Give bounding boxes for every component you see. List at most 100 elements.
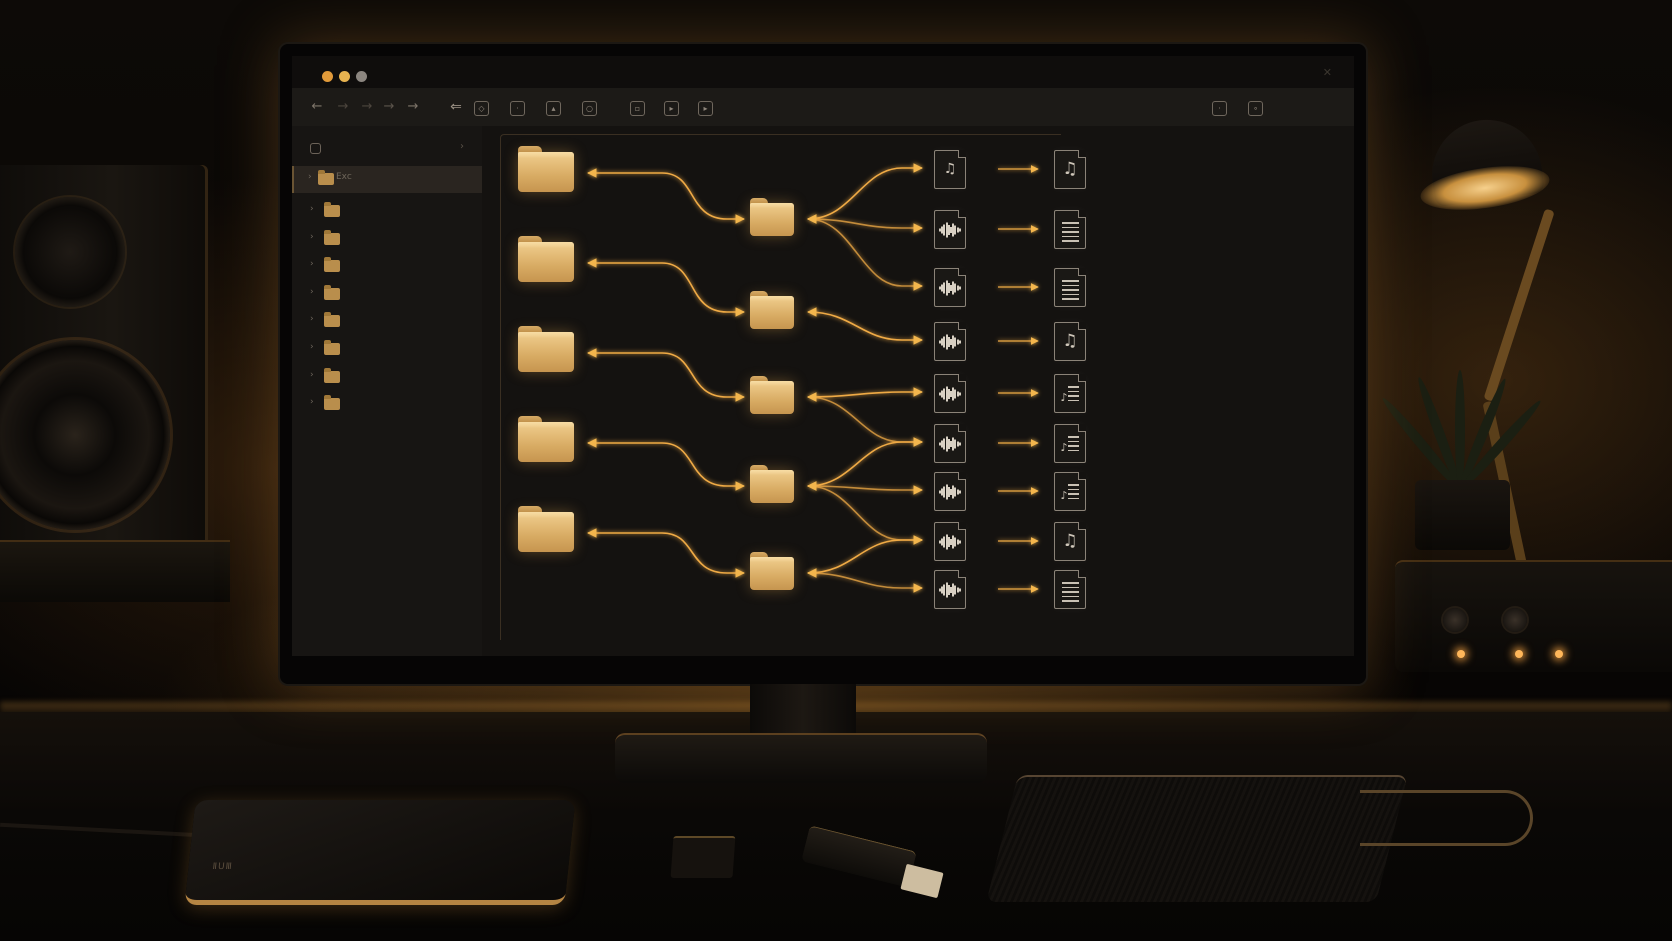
hub-folder-icon[interactable]: [750, 552, 794, 590]
hub-folder-icon[interactable]: [750, 291, 794, 329]
source-folder-icon[interactable]: [518, 326, 574, 372]
maximize-button[interactable]: [356, 71, 367, 82]
sidebar-item[interactable]: ›: [292, 364, 482, 391]
nav-forward-icon[interactable]: →: [378, 97, 400, 117]
flow-connector: [807, 437, 923, 491]
folder-icon: [324, 202, 340, 217]
media-icon[interactable]: ▸: [698, 101, 713, 116]
sidebar-item-selected[interactable]: › Exc: [292, 166, 484, 193]
source-folder-icon[interactable]: [518, 146, 574, 192]
audio-interface: [1395, 560, 1672, 672]
sidebar-item[interactable]: ›: [292, 198, 482, 225]
chevron-right-icon[interactable]: ›: [310, 314, 314, 324]
chevron-right-icon[interactable]: ›: [310, 232, 314, 242]
audio-waveform-file-icon[interactable]: [934, 210, 966, 249]
amp-knob: [1443, 608, 1467, 632]
studio-speaker: [0, 165, 208, 545]
back-button[interactable]: ←: [306, 97, 328, 117]
flow-connector: [807, 568, 923, 593]
audio-waveform-file-icon[interactable]: [934, 268, 966, 307]
toolbar: ← → → → → ⇐ ◇ · ▴ ○ ▫ ▸ ▸ · ∘: [292, 88, 1354, 127]
flow-connector: [807, 481, 923, 545]
document-lines-icon[interactable]: [1054, 570, 1086, 609]
folder-icon: [324, 395, 340, 411]
chevron-right-icon[interactable]: ›: [310, 397, 314, 407]
amp-led: [1555, 650, 1563, 658]
flow-connector: [807, 214, 923, 291]
search-icon[interactable]: ∘: [1248, 101, 1263, 116]
nav-forward-icon[interactable]: →: [356, 97, 378, 117]
sync-icon[interactable]: ▫: [630, 101, 645, 116]
image-icon[interactable]: ·: [510, 101, 525, 116]
folder-icon: [324, 367, 340, 383]
speaker-woofer: [0, 340, 170, 530]
audio-file-icon[interactable]: ♫: [934, 150, 966, 189]
flow-connector: [807, 387, 923, 402]
music-list-icon[interactable]: ♪: [1054, 374, 1086, 413]
app-window: ✕ ← → → → → ⇐ ◇ · ▴ ○ ▫ ▸ ▸ · ∘ › › Exc …: [292, 56, 1354, 656]
audio-waveform-file-icon[interactable]: [934, 472, 966, 511]
chevron-right-icon[interactable]: ›: [310, 370, 314, 380]
hub-folder-icon[interactable]: [750, 376, 794, 414]
music-note-icon[interactable]: ♫: [1054, 150, 1086, 189]
sidebar-item[interactable]: ›: [292, 308, 482, 335]
sidebar-item[interactable]: ›: [292, 391, 482, 418]
sidebar-item[interactable]: ›: [292, 253, 482, 280]
external-drive: ⅡUⅢ: [184, 800, 576, 905]
hub-folder-icon[interactable]: [750, 465, 794, 503]
sidebar: › › Exc › › › › › › › ›: [292, 126, 484, 656]
search-icon: [310, 143, 321, 154]
sd-card: [670, 836, 736, 878]
folder-icon: [318, 170, 334, 185]
monitor-base: [615, 733, 987, 783]
nav-forward-icon[interactable]: →: [402, 97, 424, 117]
refresh-icon[interactable]: ○: [582, 101, 597, 116]
source-folder-icon[interactable]: [518, 236, 574, 282]
audio-waveform-file-icon[interactable]: [934, 424, 966, 463]
source-folder-icon[interactable]: [518, 416, 574, 462]
music-list-icon[interactable]: ♪: [1054, 424, 1086, 463]
folder-icon: [324, 340, 340, 355]
music-note-icon[interactable]: ♫: [1054, 522, 1086, 561]
audio-waveform-file-icon[interactable]: [934, 522, 966, 561]
chevron-right-icon[interactable]: ›: [310, 259, 314, 269]
music-note-icon[interactable]: ♫: [1054, 322, 1086, 361]
document-lines-icon[interactable]: [1054, 268, 1086, 307]
chevron-right-icon[interactable]: ›: [310, 204, 314, 214]
flow-connector: [807, 307, 923, 345]
audio-waveform-file-icon[interactable]: [934, 570, 966, 609]
sidebar-item[interactable]: ›: [292, 281, 482, 308]
music-list-icon[interactable]: ♪: [1054, 472, 1086, 511]
forward-button[interactable]: →: [332, 97, 354, 117]
sidebar-toggle-icon[interactable]: ·: [1212, 101, 1227, 116]
speaker-tweeter: [15, 197, 125, 307]
window-close-icon[interactable]: ✕: [1323, 66, 1332, 79]
hub-folder-icon[interactable]: [750, 198, 794, 236]
upload-icon[interactable]: ⇐: [445, 97, 467, 117]
audio-waveform-file-icon[interactable]: [934, 374, 966, 413]
monitor-stand: [750, 684, 856, 736]
chevron-right-icon[interactable]: ›: [310, 287, 314, 297]
sidebar-search[interactable]: ›: [302, 138, 472, 160]
audio-waveform-file-icon[interactable]: [934, 322, 966, 361]
tag-icon[interactable]: ◇: [474, 101, 489, 116]
chevron-right-icon[interactable]: ›: [308, 172, 312, 182]
flow-connector: [807, 535, 923, 578]
amp-knob: [1503, 608, 1527, 632]
usb-cable: [1360, 790, 1533, 846]
record-icon[interactable]: ▸: [664, 101, 679, 116]
folder-icon: [324, 257, 340, 273]
source-folder-icon[interactable]: [518, 506, 574, 552]
title-bar: ✕: [292, 56, 1354, 88]
image-icon[interactable]: ▴: [546, 101, 561, 116]
sidebar-item[interactable]: ›: [292, 226, 482, 253]
chevron-right-icon[interactable]: ›: [460, 141, 464, 152]
external-drive-textured: [986, 775, 1408, 902]
sidebar-item[interactable]: ›: [292, 336, 482, 363]
minimize-button[interactable]: [339, 71, 350, 82]
chevron-right-icon[interactable]: ›: [310, 342, 314, 352]
flow-connector: [587, 258, 745, 317]
close-button[interactable]: [322, 71, 333, 82]
document-lines-icon[interactable]: [1054, 210, 1086, 249]
amp-led: [1457, 650, 1465, 658]
